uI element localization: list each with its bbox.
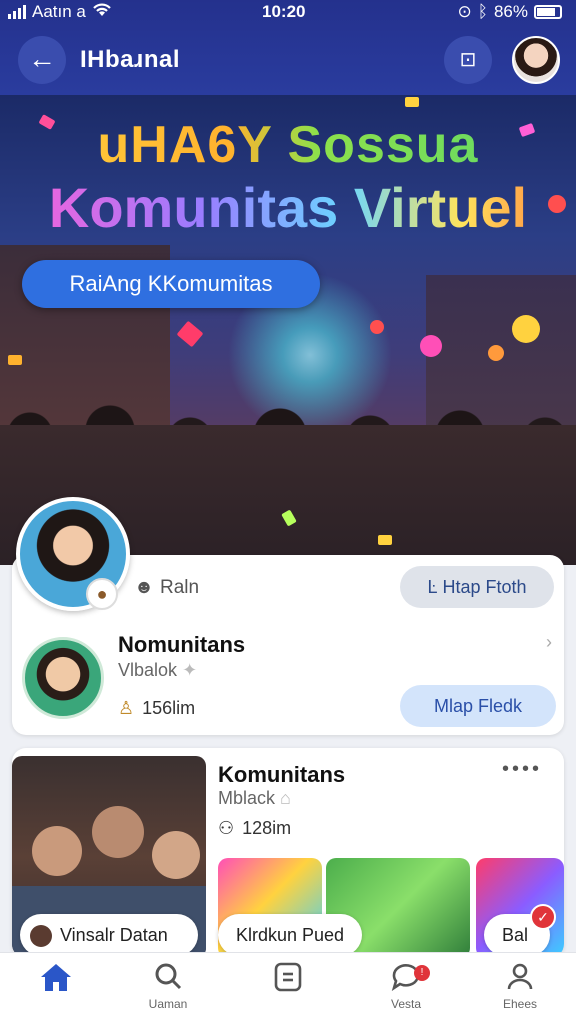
event-chip[interactable]: Klrdkun Pued [218, 914, 362, 956]
person-icon: ☻ [134, 577, 154, 598]
battery-icon [534, 5, 562, 19]
trophy-icon: ● [86, 578, 118, 610]
community-card-2: Komunitans Mblack ⌂ ⚇ 128im •••• Vinsalr… [12, 748, 564, 958]
member-count-2-text: 128im [242, 818, 292, 838]
nav-label: Ehees [502, 997, 538, 1011]
owner-name-label: Raln [160, 577, 200, 598]
home-small-icon: ⌂ [280, 788, 291, 808]
member-avatar[interactable] [22, 637, 104, 719]
nav-home[interactable] [8, 961, 104, 997]
nav-chat[interactable]: ! Vesta [358, 961, 454, 1011]
chip-label: Vinsalr Datan [60, 925, 168, 945]
hero-title-line2: Komunitas Virtuel [0, 175, 576, 240]
hero-banner: uHA6Y Sossua Komunitas Virtuel RaiAng KK… [0, 95, 576, 565]
back-button[interactable]: ← [18, 36, 66, 84]
battery-percent: 86% [493, 2, 528, 21]
photo-person [92, 806, 144, 858]
clock: 10:20 [262, 2, 306, 21]
signal-icon [8, 5, 26, 19]
app-header: ← IHbaɹnal ⊡ [0, 32, 576, 90]
chevron-right-icon[interactable]: › [546, 632, 552, 653]
nav-search[interactable]: Uaman [120, 961, 216, 1011]
arrow-left-icon: ← [28, 43, 56, 74]
user-avatar[interactable] [512, 36, 560, 84]
confetti [420, 335, 442, 357]
owner-name: ☻ Raln [134, 577, 199, 599]
community-name-2[interactable]: Komunitans [218, 762, 345, 788]
photo-person [152, 831, 200, 879]
screen: Aatın a 10:20 ⊙ ᛒ 86% ← IHbaɹnal ⊡ uHA6Y… [0, 0, 576, 1024]
verified-icon: ✦ [182, 660, 198, 680]
nav-label: Uaman [148, 997, 188, 1011]
people-icon: ⚇ [218, 818, 235, 838]
nav-label: Vesta [390, 997, 422, 1011]
people-icon: ♙ [118, 698, 135, 718]
hero-title-line1: uHA6Y Sossua [0, 115, 576, 175]
confetti [405, 97, 419, 107]
confetti [378, 535, 392, 545]
qr-code-icon: ⊡ [459, 49, 477, 71]
chip-avatar [30, 925, 52, 948]
bluetooth-icon: ᛒ [477, 2, 488, 21]
more-options-icon[interactable]: •••• [502, 758, 542, 781]
member-count-2: ⚇ 128im [218, 818, 291, 839]
qr-code-button[interactable]: ⊡ [444, 36, 492, 84]
confetti [512, 315, 540, 343]
owner-action-button[interactable]: Ŀ Htap Ftoth [400, 566, 554, 608]
wifi-icon [92, 2, 112, 22]
community-subtitle-2: Mblack ⌂ [218, 788, 291, 809]
nav-feed[interactable] [240, 961, 336, 997]
join-community-button[interactable]: RaiAng KKomumitas [22, 260, 320, 308]
community-subtitle-text: Vlbalok [118, 660, 178, 680]
status-bar: Aatın a 10:20 ⊙ ᛒ 86% [0, 0, 576, 26]
community-name[interactable]: Nomunitans [118, 632, 245, 658]
profile-icon [472, 961, 568, 997]
home-icon [8, 961, 104, 997]
chat-badge: ! [414, 965, 430, 981]
confetti [8, 355, 22, 365]
community-subtitle-2-text: Mblack [218, 788, 276, 808]
event-chip[interactable]: Vinsalr Datan [20, 914, 198, 956]
join-button[interactable]: Mlap Fledk [400, 685, 556, 727]
page-title: IHbaɹnal [80, 46, 181, 73]
photo-person [32, 826, 82, 876]
chip-label: Bal [502, 925, 529, 945]
member-count-text: 156lim [142, 698, 196, 718]
nav-profile[interactable]: Ehees [472, 961, 568, 1011]
chip-label: Klrdkun Pued [235, 925, 345, 945]
bottom-nav: Uaman ! Vesta Ehees [0, 952, 576, 1024]
community-subtitle: Vlbalok ✦ [118, 660, 197, 681]
alarm-icon: ⊙ [457, 2, 472, 21]
top-bar: Aatın a 10:20 ⊙ ᛒ 86% ← IHbaɹnal ⊡ [0, 0, 576, 95]
notification-badge: ✓ [530, 904, 556, 930]
confetti [488, 345, 504, 361]
chat-icon [358, 961, 454, 997]
member-count: ♙ 156lim [118, 698, 195, 719]
search-icon [120, 961, 216, 997]
carrier-label: Aatın a [32, 2, 86, 21]
tablet-icon [240, 961, 336, 997]
confetti [370, 320, 384, 334]
